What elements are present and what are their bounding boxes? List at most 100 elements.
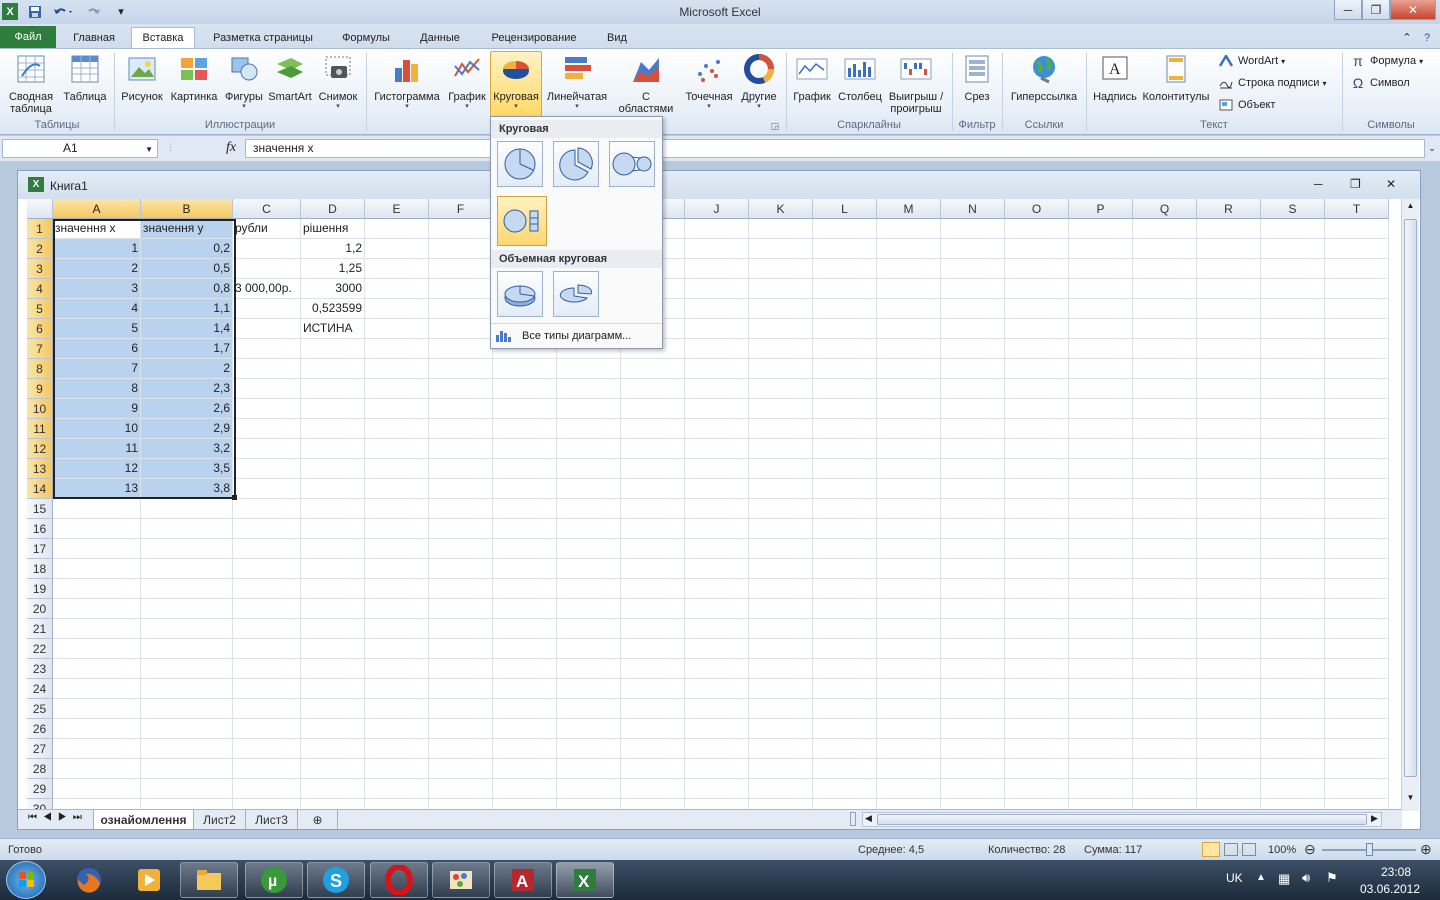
zoom-slider-thumb[interactable]: [1366, 843, 1373, 856]
sheet-tab[interactable]: Лист3: [246, 810, 298, 829]
row-header[interactable]: 24: [27, 679, 53, 699]
cell[interactable]: [877, 279, 941, 299]
cell[interactable]: [685, 219, 749, 239]
cell[interactable]: [141, 639, 233, 659]
workbook-close-button[interactable]: ✕: [1386, 177, 1396, 191]
cell[interactable]: [941, 719, 1005, 739]
cell[interactable]: [1261, 519, 1325, 539]
cell[interactable]: [493, 399, 557, 419]
cell[interactable]: [685, 559, 749, 579]
select-all-corner[interactable]: [27, 199, 53, 219]
cell[interactable]: [877, 779, 941, 799]
cell[interactable]: [1197, 579, 1261, 599]
cell[interactable]: [1325, 599, 1389, 619]
cell[interactable]: [53, 679, 141, 699]
cell[interactable]: [685, 539, 749, 559]
cell[interactable]: [877, 679, 941, 699]
cell[interactable]: [1325, 219, 1389, 239]
cell[interactable]: [557, 459, 621, 479]
sparkline-column-button[interactable]: Столбец: [836, 52, 884, 103]
cell[interactable]: [1133, 339, 1197, 359]
action-center-icon[interactable]: ⚑: [1326, 870, 1338, 886]
cell[interactable]: [685, 239, 749, 259]
cell[interactable]: [557, 799, 621, 809]
skype-taskbar-button[interactable]: S: [307, 862, 365, 898]
cell[interactable]: [429, 219, 493, 239]
cell[interactable]: [301, 599, 365, 619]
cell[interactable]: [813, 319, 877, 339]
cell[interactable]: [557, 439, 621, 459]
fill-handle[interactable]: [232, 495, 237, 500]
cell[interactable]: [429, 439, 493, 459]
tab-insert[interactable]: Вставка: [131, 27, 195, 48]
cell[interactable]: [301, 499, 365, 519]
cell[interactable]: [233, 259, 301, 279]
cell[interactable]: [1325, 499, 1389, 519]
sheet-nav-icons[interactable]: ⏮◀▶⏭: [28, 812, 88, 823]
cell[interactable]: [53, 659, 141, 679]
column-header[interactable]: D: [301, 199, 365, 219]
cell[interactable]: [233, 359, 301, 379]
cell[interactable]: [1197, 699, 1261, 719]
cell[interactable]: [301, 479, 365, 499]
cell[interactable]: [941, 559, 1005, 579]
cell[interactable]: [493, 779, 557, 799]
scroll-up-icon[interactable]: ▲: [1402, 201, 1419, 215]
column-header[interactable]: C: [233, 199, 301, 219]
cell[interactable]: [813, 459, 877, 479]
cell[interactable]: [1261, 299, 1325, 319]
cell[interactable]: [493, 479, 557, 499]
cell[interactable]: [813, 779, 877, 799]
cell[interactable]: [493, 439, 557, 459]
row-header[interactable]: 12: [27, 439, 53, 459]
help-icon[interactable]: ⌃: [1400, 27, 1414, 48]
cell[interactable]: [1133, 279, 1197, 299]
cell[interactable]: [1325, 679, 1389, 699]
pie-2d-thumbnail[interactable]: [497, 141, 543, 187]
cell[interactable]: [1261, 379, 1325, 399]
cell[interactable]: [557, 539, 621, 559]
cell[interactable]: [1261, 759, 1325, 779]
cell[interactable]: [1069, 559, 1133, 579]
cell[interactable]: [365, 739, 429, 759]
cell[interactable]: [1005, 759, 1069, 779]
other-charts-button[interactable]: Другие ▾: [738, 52, 780, 111]
cell[interactable]: 4: [53, 299, 141, 319]
workbook-minimize-button[interactable]: ─: [1314, 177, 1323, 191]
cell[interactable]: [493, 599, 557, 619]
cell[interactable]: [365, 779, 429, 799]
cell[interactable]: [1133, 539, 1197, 559]
pivot-table-button[interactable]: Сводная таблица: [4, 52, 58, 115]
cell[interactable]: [813, 659, 877, 679]
cell[interactable]: [1133, 379, 1197, 399]
cell[interactable]: [877, 639, 941, 659]
cell[interactable]: [233, 339, 301, 359]
cell[interactable]: [621, 639, 685, 659]
cell[interactable]: [685, 619, 749, 639]
cell[interactable]: [1133, 759, 1197, 779]
cell[interactable]: [813, 499, 877, 519]
cell[interactable]: [365, 559, 429, 579]
cell[interactable]: [301, 639, 365, 659]
cell[interactable]: [557, 379, 621, 399]
picture-button[interactable]: Рисунок: [118, 52, 166, 103]
cell[interactable]: [1005, 319, 1069, 339]
cell[interactable]: [429, 279, 493, 299]
cell[interactable]: 1: [53, 239, 141, 259]
cell[interactable]: [941, 519, 1005, 539]
cell[interactable]: [685, 459, 749, 479]
cell[interactable]: [301, 579, 365, 599]
cell[interactable]: [1069, 759, 1133, 779]
tab-split-handle[interactable]: [850, 812, 856, 826]
pie-exploded-thumbnail[interactable]: [553, 141, 599, 187]
cell[interactable]: [941, 379, 1005, 399]
cell[interactable]: [1133, 599, 1197, 619]
cell[interactable]: [493, 459, 557, 479]
cell[interactable]: [365, 619, 429, 639]
cell[interactable]: [621, 499, 685, 519]
cell[interactable]: [685, 339, 749, 359]
cell[interactable]: [1261, 359, 1325, 379]
cell[interactable]: 2: [53, 259, 141, 279]
cell[interactable]: [557, 359, 621, 379]
cell[interactable]: [1069, 219, 1133, 239]
